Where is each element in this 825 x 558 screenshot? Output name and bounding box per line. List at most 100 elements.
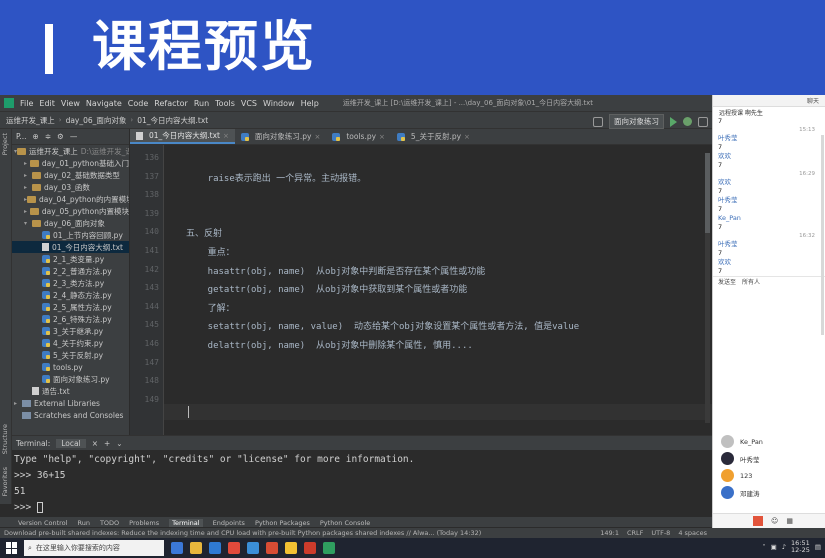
tree-file[interactable]: 3_关于继承.py xyxy=(12,325,129,337)
chat-title[interactable]: 聊天 xyxy=(807,96,819,105)
indent-setting[interactable]: 4 spaces xyxy=(678,529,707,537)
tree-file[interactable]: 2_6_特殊方法.py xyxy=(12,313,129,325)
tool-window-terminal[interactable]: Terminal xyxy=(169,518,203,527)
clock[interactable]: 16:51 12-25 xyxy=(791,540,810,554)
pycharm-taskbar-icon[interactable] xyxy=(323,542,335,554)
project-tool-tab[interactable]: Project xyxy=(1,133,9,155)
network-icon[interactable]: ▣ xyxy=(771,543,777,551)
member-item[interactable]: 叶秀莹 xyxy=(713,450,825,467)
menu-view[interactable]: View xyxy=(61,99,80,108)
chat-sender[interactable]: 欢欢 xyxy=(713,258,825,267)
menu-vcs[interactable]: VCS xyxy=(241,99,257,108)
chat-sender[interactable]: Ke_Pan xyxy=(713,214,825,223)
menu-tools[interactable]: Tools xyxy=(215,99,235,108)
caret-position[interactable]: 149:1 xyxy=(600,529,619,537)
menu-navigate[interactable]: Navigate xyxy=(86,99,122,108)
terminal-prompt[interactable]: >>> xyxy=(14,500,710,516)
breadcrumb-project[interactable]: 运维开发_课上 xyxy=(6,115,55,126)
tool-window-python-packages[interactable]: Python Packages xyxy=(255,519,310,527)
tree-file[interactable]: 2_5_属性方法.py xyxy=(12,301,129,313)
chevron-right-icon[interactable]: ▸ xyxy=(14,400,22,407)
tool-window-todo[interactable]: TODO xyxy=(100,519,119,527)
user-icon[interactable] xyxy=(593,116,603,127)
emoji-icon[interactable]: ☺ xyxy=(771,517,778,525)
tree-file[interactable]: 通告.txt xyxy=(12,385,129,397)
tree-folder[interactable]: ▸ day_01_python基础入门 xyxy=(12,157,129,169)
chat-sender[interactable]: 欢欢 xyxy=(713,178,825,187)
editor-tab-outline[interactable]: 01_今日内容大纲.txt × xyxy=(130,129,235,144)
menu-window[interactable]: Window xyxy=(263,99,295,108)
member-item[interactable]: 邓建涛 xyxy=(713,484,825,501)
line-separator[interactable]: CRLF xyxy=(627,529,643,537)
sogou-input-icon[interactable] xyxy=(753,516,763,526)
menu-refactor[interactable]: Refactor xyxy=(154,99,188,108)
chat-sender[interactable]: 叶秀莹 xyxy=(713,240,825,249)
menu-run[interactable]: Run xyxy=(194,99,209,108)
chevron-down-icon[interactable]: ▾ xyxy=(24,220,32,227)
menu-code[interactable]: Code xyxy=(128,99,148,108)
editor-scrollbar-thumb[interactable] xyxy=(705,153,710,233)
debug-icon[interactable] xyxy=(683,117,692,126)
chat-sender[interactable]: 欢欢 xyxy=(713,152,825,161)
editor-scrollbar[interactable] xyxy=(705,153,710,423)
file-encoding[interactable]: UTF-8 xyxy=(651,529,670,537)
tree-file[interactable]: 01_今日内容大纲.txt xyxy=(12,241,129,253)
terminal-output[interactable]: Type "help", "copyright", "credits" or "… xyxy=(12,450,712,517)
app-icon[interactable] xyxy=(247,542,259,554)
hide-icon[interactable]: — xyxy=(70,132,78,141)
chevron-right-icon[interactable]: ▸ xyxy=(24,184,32,191)
volume-icon[interactable]: ♪ xyxy=(782,543,786,551)
chat-sender[interactable]: 叶秀莹 xyxy=(713,196,825,205)
tree-file[interactable]: tools.py xyxy=(12,361,129,373)
tree-file[interactable]: 面向对象练习.py xyxy=(12,373,129,385)
taskbar-search[interactable]: ⌕ 在这里输入你要搜索的内容 xyxy=(24,540,164,556)
tool-window-problems[interactable]: Problems xyxy=(129,519,159,527)
breadcrumb-file[interactable]: 01_今日内容大纲.txt xyxy=(137,115,208,126)
sort-icon[interactable]: ≑ xyxy=(45,132,51,141)
editor-tab-reflection[interactable]: 5_关于反射.py × xyxy=(391,129,476,144)
code-editor[interactable]: raise表示跑出 一个异常。主动报错。 五、反射 重点： hasattr(obj… xyxy=(164,145,712,435)
member-item[interactable]: Ke_Pan xyxy=(713,433,825,450)
add-terminal-icon[interactable]: + xyxy=(104,439,110,448)
tree-file[interactable]: ▸ External Libraries xyxy=(12,397,129,409)
close-icon[interactable]: × xyxy=(223,132,229,140)
tree-file[interactable]: 5_关于反射.py xyxy=(12,349,129,361)
app-icon[interactable] xyxy=(228,542,240,554)
chevron-down-icon[interactable]: ⌄ xyxy=(116,439,122,448)
collapse-icon[interactable]: ⊕ xyxy=(33,132,39,141)
notification-icon[interactable]: ▤ xyxy=(815,543,821,551)
tree-folder[interactable]: ▸ day_04_python的内置模块 xyxy=(12,193,129,205)
tree-file[interactable]: 2_2_普通方法.py xyxy=(12,265,129,277)
powerpoint-icon[interactable] xyxy=(266,542,278,554)
tree-file[interactable]: 4_关于约束.py xyxy=(12,337,129,349)
tree-file[interactable]: 2_4_静态方法.py xyxy=(12,289,129,301)
chat-scrollbar[interactable] xyxy=(821,135,824,335)
tool-window-python-console[interactable]: Python Console xyxy=(320,519,370,527)
run-icon[interactable] xyxy=(670,116,677,127)
settings-gear-icon[interactable]: ⚙ xyxy=(57,132,64,141)
tree-file[interactable]: 2_1_类变量.py xyxy=(12,253,129,265)
favorites-tool-tab[interactable]: Favorites xyxy=(1,467,9,496)
tool-window-run[interactable]: Run xyxy=(77,519,89,527)
tool-window-version-control[interactable]: Version Control xyxy=(18,519,67,527)
terminal-tab-local[interactable]: Local xyxy=(56,438,86,448)
breadcrumb-folder[interactable]: day_06_面向对象 xyxy=(66,115,127,126)
tree-folder[interactable]: ▸ day_03_函数 xyxy=(12,181,129,193)
run-config-select[interactable]: 面向对象练习 xyxy=(609,114,664,129)
chat-sender[interactable]: 叶秀莹 xyxy=(713,134,825,143)
close-icon[interactable]: × xyxy=(464,133,470,141)
send-target-select[interactable]: 所有人 xyxy=(742,277,760,286)
tree-folder[interactable]: ▾运维开发_课上D:\运维开发_课上 xyxy=(12,145,129,157)
edge-browser-icon[interactable] xyxy=(209,542,221,554)
menu-edit[interactable]: Edit xyxy=(39,99,55,108)
task-view-icon[interactable] xyxy=(171,542,183,554)
chevron-right-icon[interactable]: ▸ xyxy=(24,172,32,179)
editor-tab-tools[interactable]: tools.py × xyxy=(326,129,391,144)
tree-file[interactable]: 2_3_类方法.py xyxy=(12,277,129,289)
tree-file[interactable]: 01_上节内容回顾.py xyxy=(12,229,129,241)
tree-file[interactable]: Scratches and Consoles xyxy=(12,409,129,421)
close-icon[interactable]: × xyxy=(379,133,385,141)
structure-tool-tab[interactable]: Structure xyxy=(1,424,9,454)
tree-folder[interactable]: ▸ day_05_python内置模块 xyxy=(12,205,129,217)
close-icon[interactable]: × xyxy=(314,133,320,141)
